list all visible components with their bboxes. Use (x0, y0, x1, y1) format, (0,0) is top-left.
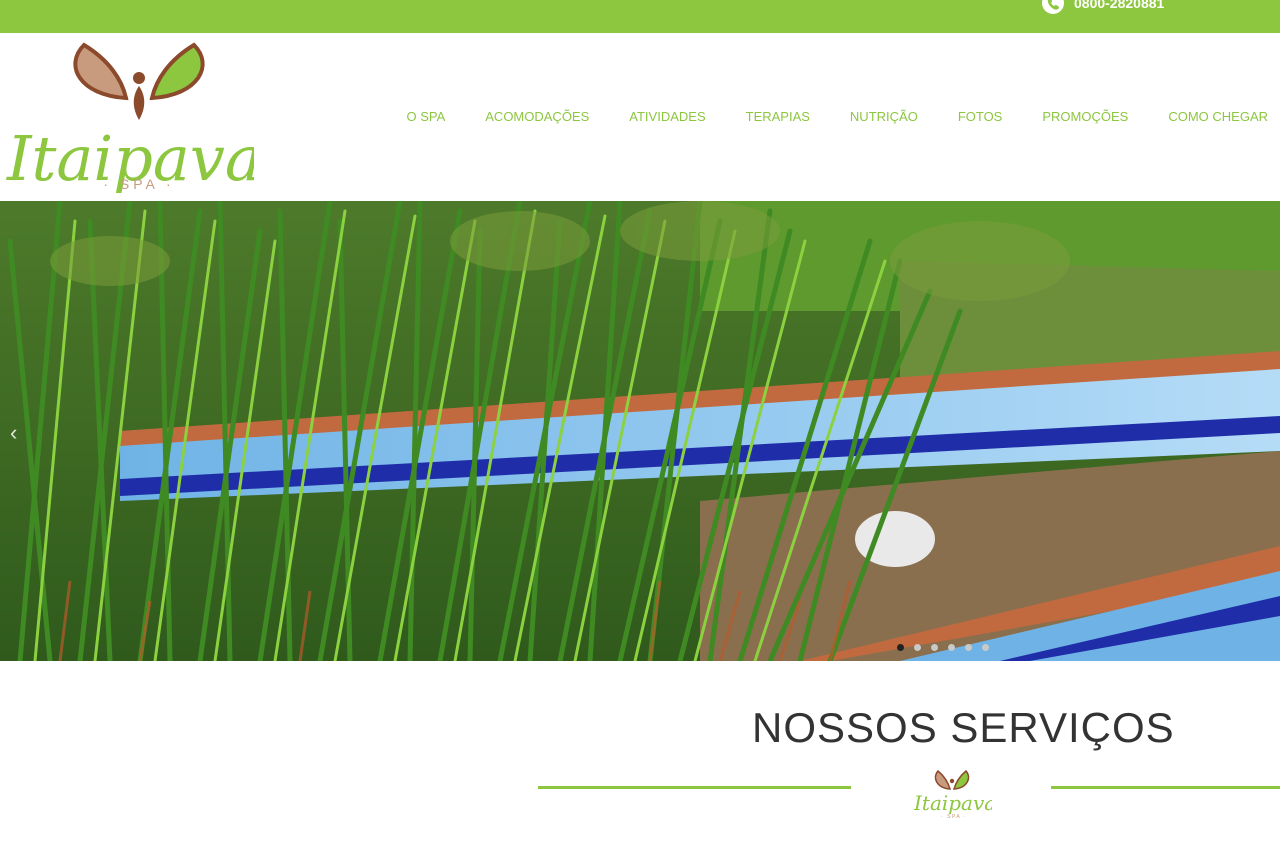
logo-subtitle: · SPA · (103, 176, 174, 192)
divider-left (538, 786, 851, 789)
small-logo-subtitle: · SPA · (941, 814, 967, 820)
nav-item-nutricao[interactable]: NUTRIÇÃO (822, 109, 930, 125)
hero-slider[interactable] (0, 201, 1280, 661)
nav-item-acomodacoes[interactable]: ACOMODAÇÕES (457, 109, 601, 125)
phone-contact[interactable]: 0800-2820881 (1040, 0, 1164, 14)
slider-dot[interactable] (897, 644, 904, 651)
slider-dot[interactable] (914, 644, 921, 651)
main-nav: O SPA ACOMODAÇÕES ATIVIDADES TERAPIAS NU… (406, 109, 1280, 125)
services-heading: NOSSOS SERVIÇOS (752, 704, 1175, 751)
top-bar: 0800-2820881 (0, 0, 1280, 33)
nav-item-como-chegar[interactable]: COMO CHEGAR (1140, 109, 1280, 125)
slider-dot[interactable] (931, 644, 938, 651)
itaipava-spa-logo[interactable]: Itaipava · SPA · (4, 40, 254, 195)
hero-image (0, 201, 1280, 661)
slider-pagination (897, 644, 989, 651)
nav-item-fotos[interactable]: FOTOS (930, 109, 1015, 125)
slider-dot[interactable] (965, 644, 972, 651)
nav-item-o-spa[interactable]: O SPA (406, 109, 457, 125)
divider-right (1051, 786, 1280, 789)
itaipava-spa-small-logo: Itaipava · SPA · (913, 769, 992, 820)
small-logo-wordmark: Itaipava (913, 791, 992, 815)
phone-icon (1042, 0, 1064, 14)
chevron-left-icon[interactable]: ‹ (10, 422, 17, 444)
nav-item-promocoes[interactable]: PROMOÇÕES (1014, 109, 1140, 125)
phone-number: 0800-2820881 (1074, 0, 1165, 11)
slider-dot[interactable] (948, 644, 955, 651)
slider-dot[interactable] (982, 644, 989, 651)
nav-item-atividades[interactable]: ATIVIDADES (601, 109, 717, 125)
nav-item-terapias[interactable]: TERAPIAS (718, 109, 822, 125)
